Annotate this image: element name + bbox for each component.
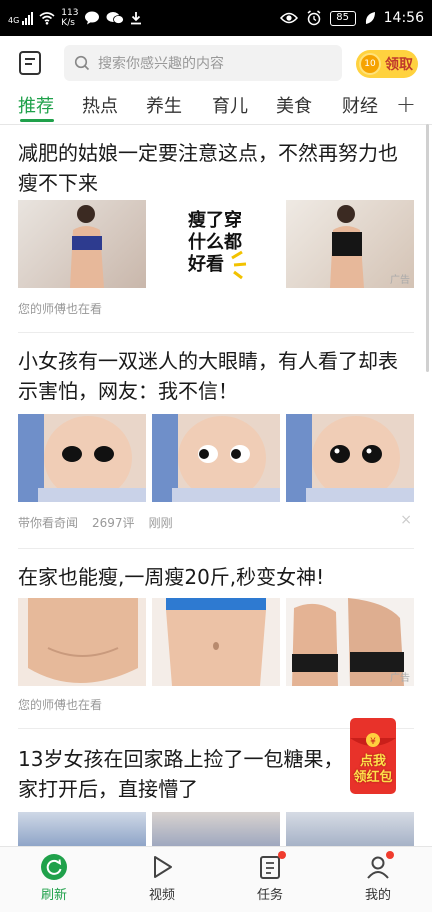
tab-recommend[interactable]: 推荐 bbox=[18, 92, 54, 118]
wifi-icon bbox=[39, 12, 55, 25]
active-tab-indicator bbox=[20, 119, 54, 122]
article-title[interactable]: 在家也能瘦,一周瘦20斤,秒变女神! bbox=[18, 562, 414, 592]
coin-icon: 10 bbox=[359, 53, 381, 75]
search-placeholder: 搜索你感兴趣的内容 bbox=[98, 56, 224, 72]
network-type: 4G bbox=[8, 16, 20, 25]
status-bar: 4G 113 K/s 85 14:56 bbox=[0, 0, 432, 36]
claim-coin-button[interactable]: 10 领取 bbox=[356, 50, 418, 78]
article-title[interactable]: 13岁女孩在回家路上捡了一包糖果，家打开后，直接懵了 bbox=[18, 744, 348, 804]
article-image[interactable]: 广告 bbox=[286, 598, 414, 686]
clock-time: 14:56 bbox=[383, 10, 424, 26]
banner-line: 瘦了穿 bbox=[188, 210, 242, 231]
tab-health[interactable]: 养生 bbox=[146, 92, 182, 118]
item-divider bbox=[18, 332, 414, 333]
notification-badge bbox=[386, 851, 394, 859]
claim-label: 领取 bbox=[385, 57, 413, 73]
wechat-icon bbox=[106, 12, 125, 24]
envelope-text: 点我 bbox=[359, 754, 386, 769]
scrollbar[interactable] bbox=[426, 124, 429, 372]
meta-source: 带你看奇闻 bbox=[18, 516, 79, 530]
app-header: 搜索你感兴趣的内容 10 领取 bbox=[0, 36, 432, 92]
meta-source: 您的师傅也在看 bbox=[18, 302, 103, 316]
article-image[interactable] bbox=[18, 812, 146, 846]
envelope-text: 领红包 bbox=[353, 770, 393, 785]
document-icon[interactable] bbox=[16, 49, 44, 77]
search-icon bbox=[74, 55, 90, 71]
nav-refresh[interactable]: 刷新 bbox=[24, 853, 84, 903]
svg-text:¥: ¥ bbox=[370, 737, 376, 747]
signal-icon: 4G bbox=[8, 11, 34, 25]
notification-badge bbox=[278, 851, 286, 859]
refresh-icon bbox=[41, 854, 67, 880]
chat-icon bbox=[85, 11, 100, 25]
dismiss-icon[interactable]: × bbox=[400, 512, 412, 528]
play-icon bbox=[154, 856, 172, 878]
tab-food[interactable]: 美食 bbox=[276, 92, 312, 118]
alarm-icon bbox=[307, 10, 321, 26]
article-image[interactable] bbox=[286, 414, 414, 502]
meta-source: 您的师傅也在看 bbox=[18, 698, 103, 712]
article-title[interactable]: 减肥的姑娘一定要注意这点，不然再努力也瘦不下来 bbox=[18, 138, 414, 198]
leaf-icon bbox=[365, 12, 375, 24]
bottom-navigation: 刷新 视频 任务 我的 bbox=[0, 846, 432, 912]
tab-parenting[interactable]: 育儿 bbox=[212, 92, 248, 118]
article-image[interactable] bbox=[286, 812, 414, 846]
tab-finance[interactable]: 财经 bbox=[342, 92, 378, 118]
article-meta: 您的师傅也在看 bbox=[18, 696, 102, 713]
article-image[interactable] bbox=[152, 598, 280, 686]
nav-label: 视频 bbox=[148, 888, 175, 903]
article-image[interactable] bbox=[18, 598, 146, 686]
tab-hot[interactable]: 热点 bbox=[82, 92, 118, 118]
download-icon bbox=[131, 12, 142, 25]
nav-tasks[interactable]: 任务 bbox=[240, 851, 300, 903]
nav-video[interactable]: 视频 bbox=[132, 853, 192, 903]
category-tabs: 推荐 热点 养生 育儿 美食 财经 + bbox=[0, 90, 432, 122]
article-banner[interactable]: 瘦了穿 什么都 好看 bbox=[152, 200, 280, 288]
article-meta: 带你看奇闻 2697评 刚刚 bbox=[18, 514, 173, 531]
article-meta: 您的师傅也在看 bbox=[18, 300, 102, 317]
eye-icon bbox=[279, 12, 298, 24]
search-bar[interactable]: 搜索你感兴趣的内容 bbox=[64, 45, 342, 81]
nav-label: 刷新 bbox=[40, 888, 67, 903]
article-image[interactable] bbox=[18, 200, 146, 288]
sparkle-icon bbox=[231, 250, 247, 280]
item-divider bbox=[18, 548, 414, 549]
article-image[interactable] bbox=[152, 812, 280, 846]
net-speed: 113 K/s bbox=[61, 8, 79, 28]
red-envelope-button[interactable]: ¥ 点我 领红包 bbox=[346, 718, 400, 798]
nav-label: 我的 bbox=[364, 888, 391, 903]
ad-mark: 广告 bbox=[390, 673, 410, 684]
battery-indicator: 85 bbox=[329, 10, 356, 26]
nav-profile[interactable]: 我的 bbox=[348, 851, 408, 903]
add-tab-icon[interactable]: + bbox=[396, 90, 416, 118]
article-image[interactable] bbox=[18, 414, 146, 502]
meta-time: 刚刚 bbox=[148, 516, 173, 530]
tabs-divider bbox=[0, 124, 432, 125]
ad-mark: 广告 bbox=[390, 275, 410, 286]
meta-comments: 2697评 bbox=[92, 516, 135, 530]
article-image[interactable] bbox=[152, 414, 280, 502]
nav-label: 任务 bbox=[256, 888, 283, 903]
article-image[interactable]: 广告 bbox=[286, 200, 414, 288]
article-title[interactable]: 小女孩有一双迷人的大眼睛，有人看了却表示害怕，网友：我不信！ bbox=[18, 346, 414, 406]
